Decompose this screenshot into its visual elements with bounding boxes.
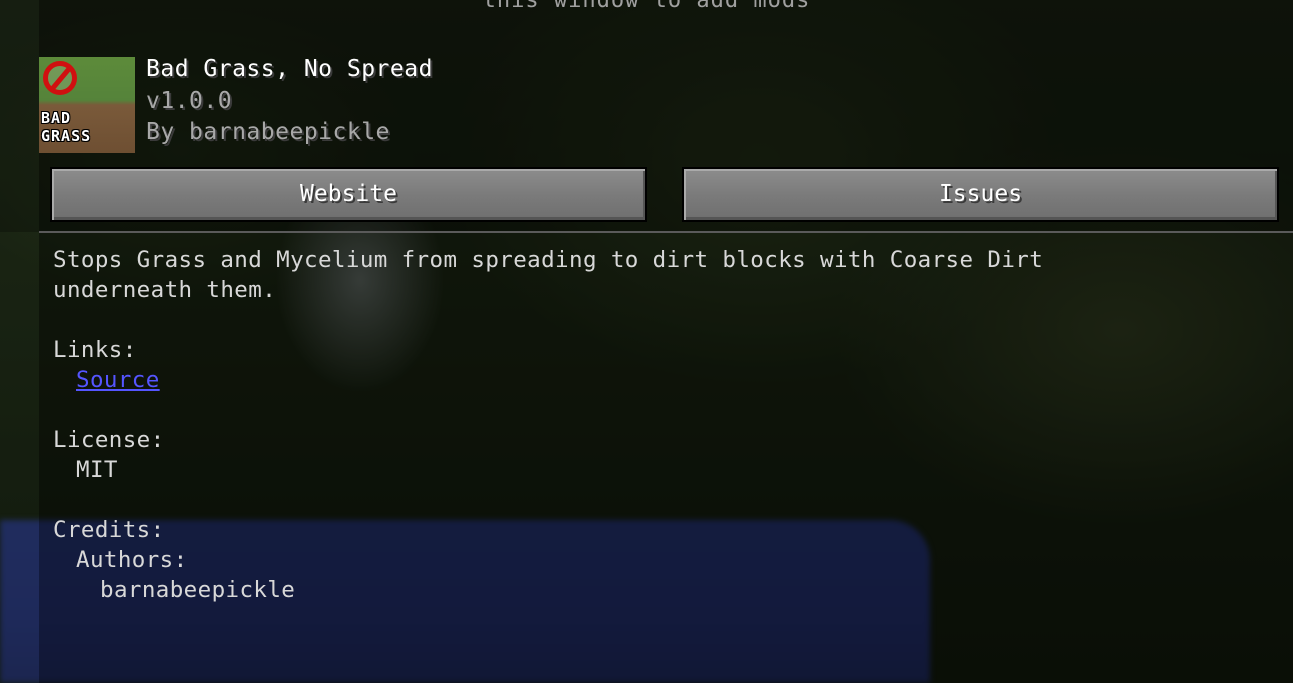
mod-name: Bad Grass, No Spread <box>146 56 433 82</box>
links-heading: Links: <box>53 337 137 363</box>
license-heading: License: <box>53 427 165 453</box>
website-button[interactable]: Website <box>50 167 647 222</box>
no-entry-icon <box>43 61 77 95</box>
issues-button[interactable]: Issues <box>682 167 1279 222</box>
authors-heading: Authors: <box>76 547 188 573</box>
credits-heading: Credits: <box>53 517 165 543</box>
description-line: underneath them. <box>53 277 277 303</box>
mod-author: By barnabeepickle <box>146 119 390 145</box>
drop-hint-text: this window to add mods <box>482 0 811 13</box>
mod-version: v1.0.0 <box>146 88 233 114</box>
author-name: barnabeepickle <box>100 577 296 603</box>
mod-icon: BAD GRASS <box>39 57 135 153</box>
description-line: Stops Grass and Mycelium from spreading … <box>53 247 1044 273</box>
license-value: MIT <box>76 457 118 483</box>
source-link[interactable]: Source <box>76 367 160 393</box>
divider <box>39 231 1293 233</box>
mod-icon-label: BAD GRASS <box>41 109 92 145</box>
mod-description-panel: Stops Grass and Mycelium from spreading … <box>53 245 1273 605</box>
